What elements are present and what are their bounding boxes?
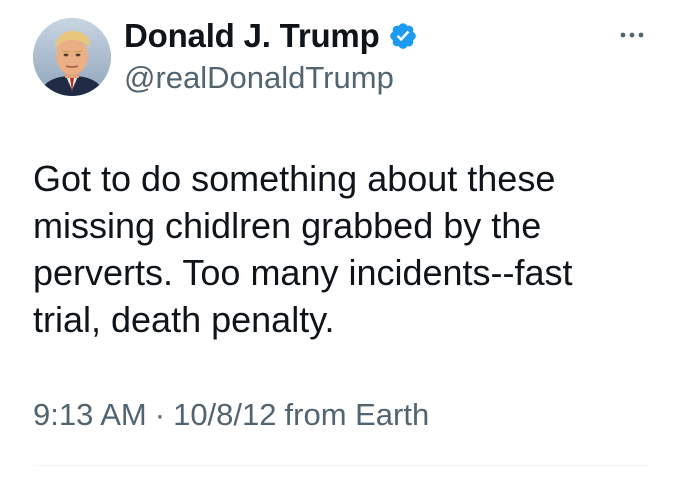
tweet-text-line: trial, death penalty. — [33, 299, 335, 340]
tweet-source: from Earth — [284, 397, 430, 432]
tweet-text-line: missing chidlren grabbed by the — [33, 205, 542, 246]
more-options-icon[interactable] — [615, 24, 649, 46]
tweet-text-line: Got to do something about these — [33, 158, 556, 199]
avatar[interactable] — [33, 18, 111, 96]
author-name-row: Donald J. Trump — [124, 14, 418, 58]
author-display-name[interactable]: Donald J. Trump — [124, 17, 380, 55]
verified-badge-icon[interactable] — [388, 21, 418, 51]
profile-photo — [33, 18, 111, 96]
meta-separator: · — [154, 397, 166, 432]
tweet-date[interactable]: 10/8/12 — [173, 397, 276, 433]
tweet-text: Got to do something about these missing … — [33, 155, 643, 343]
tweet-time[interactable]: 9:13 AM — [33, 397, 147, 433]
tweet-text-line: perverts. Too many incidents--fast — [33, 252, 573, 293]
author-handle[interactable]: @realDonaldTrump — [124, 60, 394, 96]
divider — [33, 465, 648, 466]
tweet-card: Donald J. Trump @realDonaldTrump Got to … — [0, 0, 680, 479]
tweet-meta: 9:13 AM · 10/8/12 from Earth — [33, 395, 429, 435]
